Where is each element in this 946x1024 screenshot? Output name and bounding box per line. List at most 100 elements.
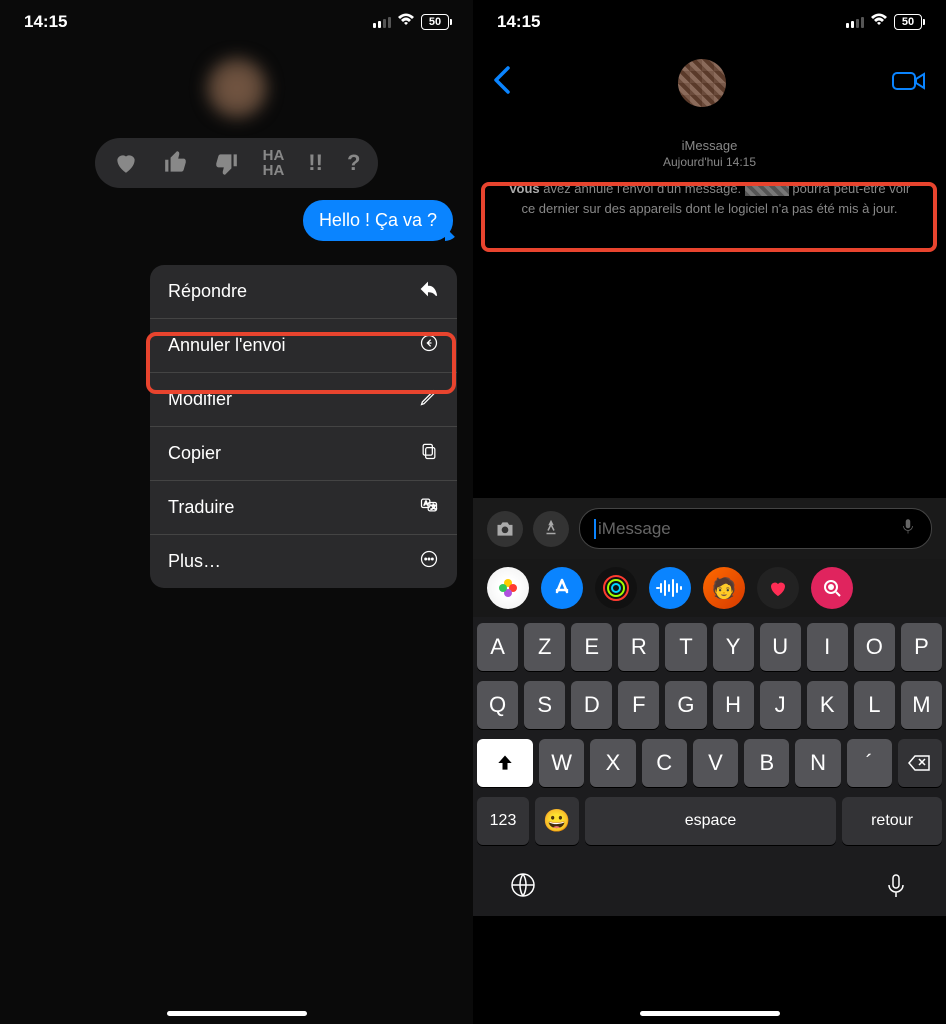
key-y[interactable]: Y	[713, 623, 754, 671]
keyboard-row-1: A Z E R T Y U I O P	[477, 623, 942, 671]
menu-more-label: Plus…	[168, 551, 221, 572]
home-indicator[interactable]	[167, 1011, 307, 1016]
battery-indicator: 50	[894, 14, 922, 30]
reaction-thumbs-up-icon[interactable]	[163, 148, 189, 178]
key-u[interactable]: U	[760, 623, 801, 671]
key-shift[interactable]	[477, 739, 533, 787]
keyboard-bottom-row	[477, 855, 942, 908]
key-backspace[interactable]	[898, 739, 942, 787]
input-placeholder: iMessage	[598, 519, 899, 539]
key-c[interactable]: C	[642, 739, 687, 787]
key-w[interactable]: W	[539, 739, 584, 787]
status-indicators: 50	[373, 13, 449, 31]
service-label: iMessage	[489, 138, 930, 153]
app-appstore-icon[interactable]	[541, 567, 583, 609]
reaction-exclaim-icon[interactable]: !!	[308, 148, 323, 178]
svg-text:A: A	[424, 501, 428, 507]
key-s[interactable]: S	[524, 681, 565, 729]
key-accent[interactable]: ´	[847, 739, 892, 787]
key-emoji[interactable]: 😀	[535, 797, 579, 845]
keyboard: A Z E R T Y U I O P Q S D F G H J K L M …	[473, 617, 946, 916]
status-time: 14:15	[497, 12, 540, 32]
app-audio-icon[interactable]	[649, 567, 691, 609]
app-fitness-icon[interactable]	[595, 567, 637, 609]
menu-edit-label: Modifier	[168, 389, 232, 410]
key-o[interactable]: O	[854, 623, 895, 671]
key-z[interactable]: Z	[524, 623, 565, 671]
key-r[interactable]: R	[618, 623, 659, 671]
key-a[interactable]: A	[477, 623, 518, 671]
facetime-button[interactable]	[892, 69, 926, 98]
menu-copy-label: Copier	[168, 443, 221, 464]
key-p[interactable]: P	[901, 623, 942, 671]
signal-icon	[373, 17, 391, 28]
key-numbers[interactable]: 123	[477, 797, 529, 845]
key-g[interactable]: G	[665, 681, 706, 729]
key-return[interactable]: retour	[842, 797, 942, 845]
app-digitaltouch-icon[interactable]	[757, 567, 799, 609]
key-h[interactable]: H	[713, 681, 754, 729]
contact-header-blurred	[0, 38, 473, 138]
app-images-icon[interactable]	[811, 567, 853, 609]
menu-reply-label: Répondre	[168, 281, 247, 302]
avatar-blurred	[207, 58, 267, 118]
undo-icon	[419, 333, 439, 358]
sent-message-bubble[interactable]: Hello ! Ça va ?	[303, 200, 453, 241]
dictation-icon[interactable]	[899, 517, 917, 540]
app-strip: 🧑	[473, 559, 946, 617]
translate-icon: A文	[419, 495, 439, 520]
key-l[interactable]: L	[854, 681, 895, 729]
home-indicator[interactable]	[640, 1011, 780, 1016]
keyboard-row-4: 123 😀 espace retour	[477, 797, 942, 845]
key-e[interactable]: E	[571, 623, 612, 671]
screen-context-menu: 14:15 50 HAHA !! ? Hello ! Ça va ? Répon…	[0, 0, 473, 1024]
reaction-bar: HAHA !! ?	[95, 138, 379, 188]
key-b[interactable]: B	[744, 739, 789, 787]
camera-button[interactable]	[487, 511, 523, 547]
menu-more[interactable]: Plus…	[150, 535, 457, 588]
reaction-thumbs-down-icon[interactable]	[213, 148, 239, 178]
menu-translate[interactable]: Traduire A文	[150, 481, 457, 535]
notice-bold: Vous	[509, 181, 540, 196]
key-i[interactable]: I	[807, 623, 848, 671]
key-n[interactable]: N	[795, 739, 840, 787]
reply-icon	[419, 279, 439, 304]
globe-button[interactable]	[509, 871, 537, 904]
keyboard-row-2: Q S D F G H J K L M	[477, 681, 942, 729]
more-icon	[419, 549, 439, 574]
reaction-question-icon[interactable]: ?	[347, 148, 360, 178]
key-space[interactable]: espace	[585, 797, 836, 845]
status-indicators: 50	[846, 13, 922, 31]
menu-translate-label: Traduire	[168, 497, 234, 518]
app-memoji-icon[interactable]: 🧑	[703, 567, 745, 609]
message-context-menu: Répondre Annuler l'envoi Modifier Copier…	[150, 265, 457, 588]
menu-undo-label: Annuler l'envoi	[168, 335, 286, 356]
key-q[interactable]: Q	[477, 681, 518, 729]
menu-edit[interactable]: Modifier	[150, 373, 457, 427]
app-store-button[interactable]	[533, 511, 569, 547]
app-photos-icon[interactable]	[487, 567, 529, 609]
copy-icon	[419, 441, 439, 466]
status-bar: 14:15 50	[0, 0, 473, 38]
key-x[interactable]: X	[590, 739, 635, 787]
key-j[interactable]: J	[760, 681, 801, 729]
conversation-header	[473, 38, 946, 128]
message-input[interactable]: iMessage	[579, 508, 932, 549]
key-f[interactable]: F	[618, 681, 659, 729]
reaction-haha-icon[interactable]: HAHA	[263, 148, 285, 178]
redacted-name	[745, 183, 789, 196]
key-t[interactable]: T	[665, 623, 706, 671]
dictation-button[interactable]	[882, 871, 910, 904]
key-k[interactable]: K	[807, 681, 848, 729]
key-v[interactable]: V	[693, 739, 738, 787]
reaction-heart-icon[interactable]	[113, 148, 139, 178]
back-button[interactable]	[493, 65, 511, 102]
conversation-body: iMessage Aujourd'hui 14:15 Vous avez ann…	[473, 128, 946, 498]
key-d[interactable]: D	[571, 681, 612, 729]
contact-avatar[interactable]	[678, 59, 726, 107]
avatar-image	[678, 59, 726, 107]
key-m[interactable]: M	[901, 681, 942, 729]
menu-reply[interactable]: Répondre	[150, 265, 457, 319]
menu-copy[interactable]: Copier	[150, 427, 457, 481]
menu-undo-send[interactable]: Annuler l'envoi	[150, 319, 457, 373]
